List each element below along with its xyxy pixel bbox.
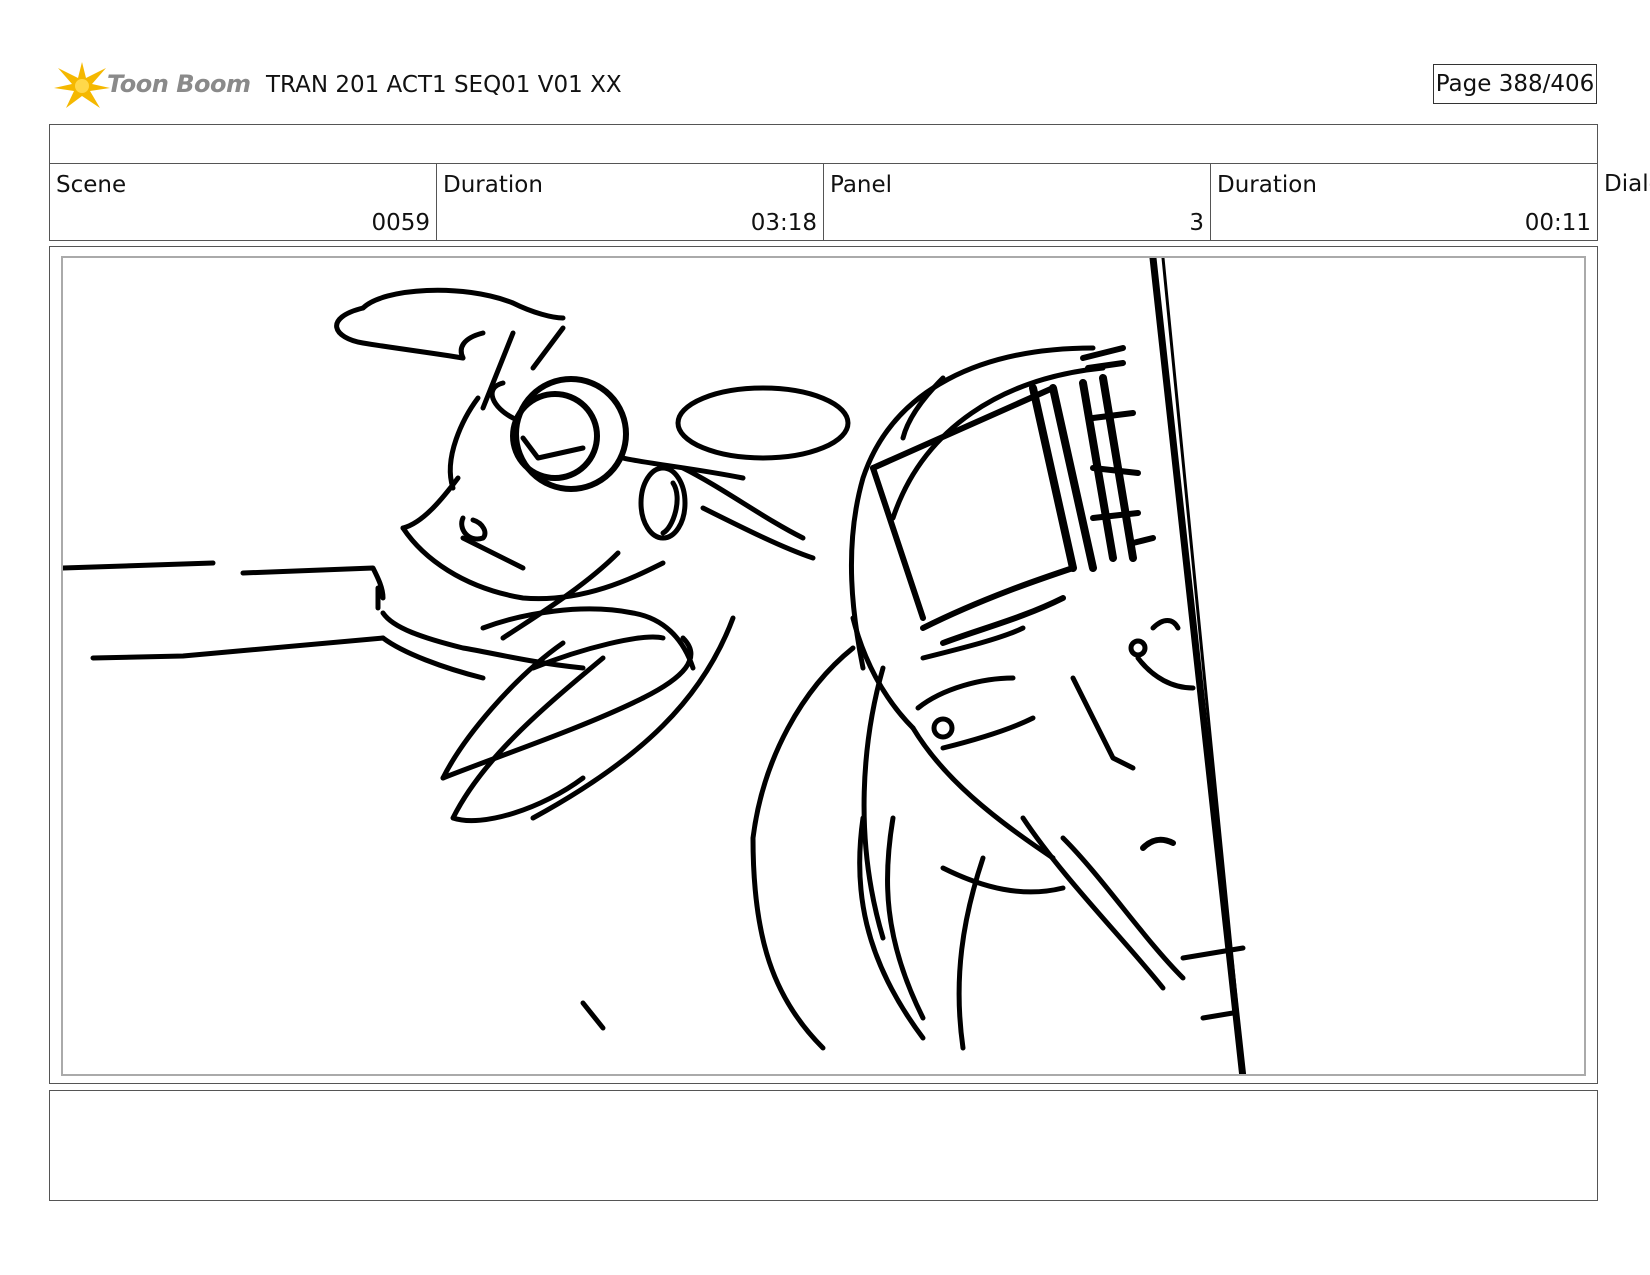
panel-duration-cell: Duration 00:11 — [1211, 164, 1597, 240]
scene-duration-label: Duration — [443, 172, 543, 198]
notes-box — [49, 1090, 1598, 1201]
dialog-label: Dialo — [1604, 171, 1650, 197]
scene-duration-cell: Duration 03:18 — [437, 164, 824, 240]
scene-duration-value: 03:18 — [750, 210, 817, 236]
logo-text: Toon Boom — [107, 70, 251, 98]
info-row: Scene 0059 Duration 03:18 Panel 3 Durati… — [49, 163, 1598, 241]
scene-value: 0059 — [371, 210, 430, 236]
star-burst-icon — [54, 62, 110, 108]
sketch-drawing — [63, 258, 1247, 1074]
scene-label: Scene — [56, 172, 127, 198]
panel-label: Panel — [830, 172, 893, 198]
scene-cell: Scene 0059 — [50, 164, 437, 240]
page-counter: Page 388/406 — [1433, 64, 1597, 104]
panel-cell: Panel 3 — [824, 164, 1211, 240]
panel-value: 3 — [1189, 210, 1204, 236]
header-strip — [49, 124, 1598, 164]
panel-duration-value: 00:11 — [1524, 210, 1591, 236]
document-title: TRAN 201 ACT1 SEQ01 V01 XX — [266, 72, 622, 98]
panel-duration-label: Duration — [1217, 172, 1317, 198]
storyboard-panel-drawing — [61, 256, 1586, 1076]
toon-boom-logo: Toon Boom — [52, 58, 252, 112]
